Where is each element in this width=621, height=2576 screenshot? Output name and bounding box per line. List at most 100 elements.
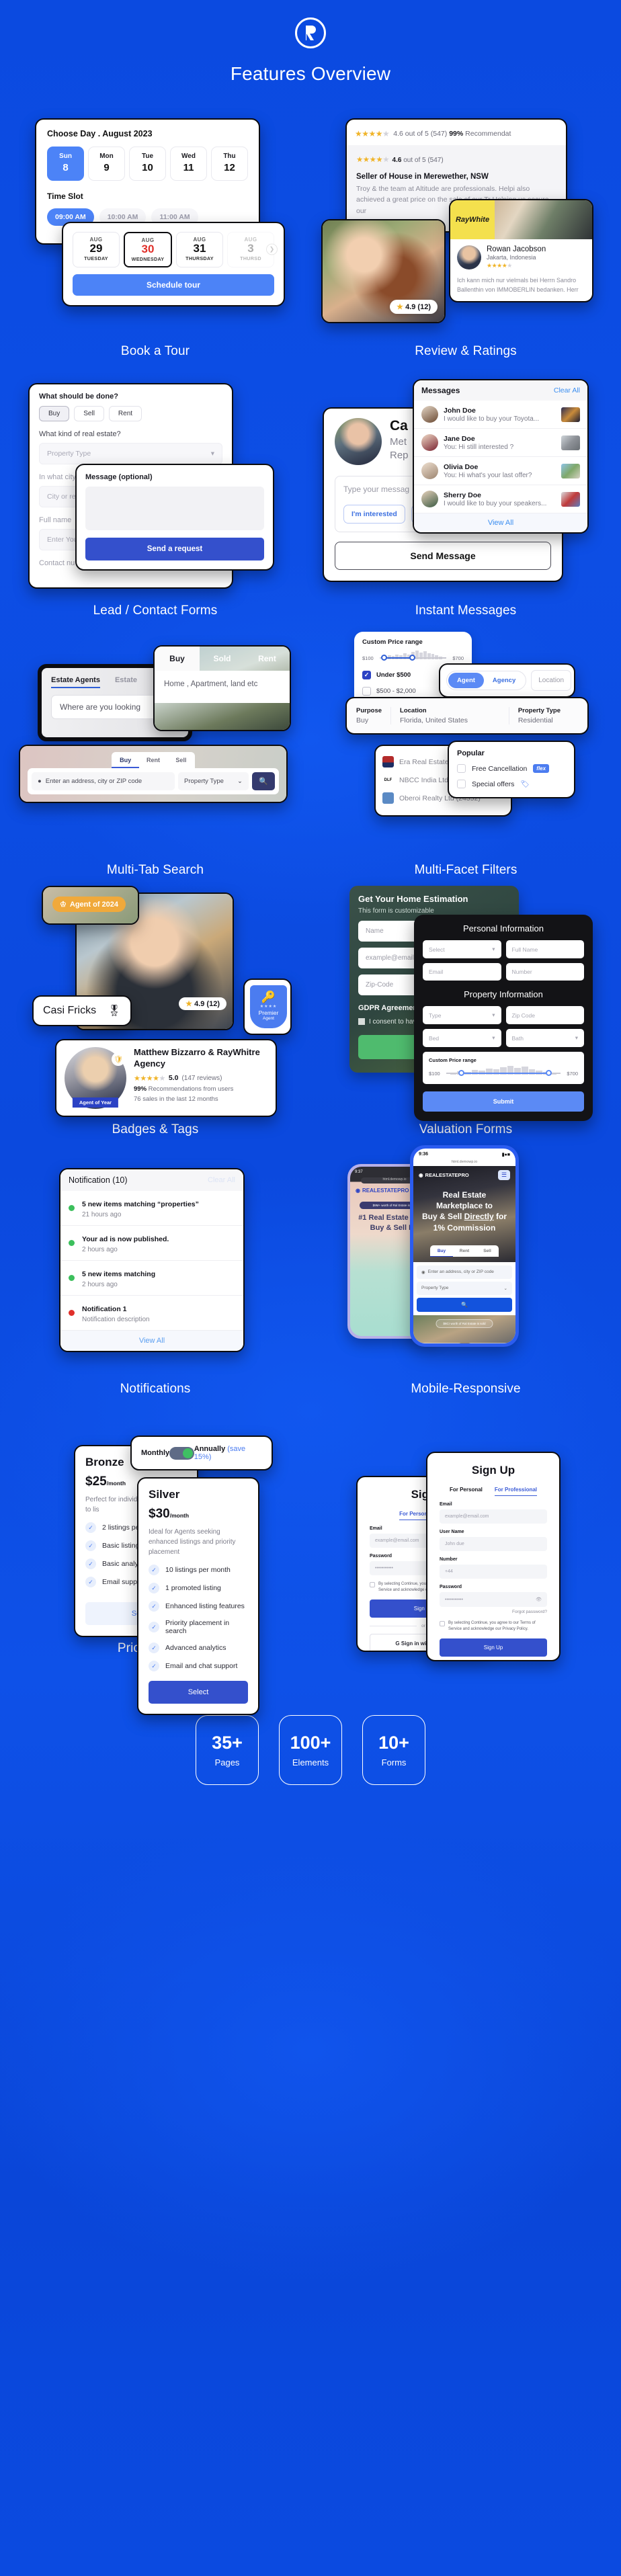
filter-free-cancellation[interactable]: Free Cancellation flex	[457, 764, 566, 773]
tab-rent[interactable]: Rent	[453, 1245, 476, 1257]
review-count: out of 5 (547)	[401, 157, 444, 164]
tab-rent[interactable]: Rent	[139, 752, 167, 768]
filter-special-offers[interactable]: Special offers 🏷	[457, 780, 566, 788]
number-input[interactable]: Number	[505, 963, 584, 981]
day-option[interactable]: Thu 12	[211, 147, 248, 181]
fullname-input[interactable]: Full Name	[505, 940, 584, 958]
search-tab-group[interactable]: Buy Rent Sell	[112, 752, 195, 768]
tab-sold[interactable]: Sold	[200, 647, 245, 671]
submit-button[interactable]: Submit	[423, 1091, 584, 1112]
location-input[interactable]: ◉ Enter an address, city or ZIP code	[417, 1265, 512, 1279]
slider-handle-min[interactable]	[458, 1070, 464, 1076]
agent-agency-toggle[interactable]: Agent Agency	[446, 671, 527, 690]
day-selector[interactable]: Sun 8 Mon 9 Tue 10 Wed 11 Thu 12	[47, 147, 248, 181]
consent-row[interactable]: By selecting Continue, you agree to our …	[440, 1620, 547, 1632]
list-item[interactable]: 5 new items matching “properties” 21 hour…	[60, 1191, 243, 1226]
property-type-select[interactable]: Property Type ▾	[39, 443, 222, 464]
send-request-button[interactable]: Send a request	[85, 538, 264, 560]
day-option[interactable]: Sun 8	[47, 147, 84, 181]
list-item[interactable]: Jane Doe You: Hi still interested ?	[414, 429, 587, 457]
email-input[interactable]: example@email.com	[440, 1509, 547, 1524]
pill-agent[interactable]: Agent	[448, 673, 484, 688]
status-icons: ▮●■	[501, 1152, 510, 1157]
tab-rent[interactable]: Rent	[245, 647, 290, 671]
buy-tab-group[interactable]: Buy Sold Rent	[155, 647, 290, 671]
tab-buy[interactable]: Buy	[430, 1245, 453, 1257]
day-option[interactable]: Mon 9	[88, 147, 125, 181]
silver-select-button[interactable]: Select	[149, 1681, 248, 1704]
tab-sell[interactable]: Sell	[476, 1245, 499, 1257]
list-item[interactable]: Your ad is now published. 2 hours ago	[60, 1226, 243, 1261]
schedule-tour-button[interactable]: Schedule tour	[73, 274, 274, 296]
date-option[interactable]: AUG 3 THURSD ❯	[227, 232, 278, 267]
property-type-select[interactable]: Property Type ⌄	[417, 1281, 512, 1295]
intent-chip-group[interactable]: Buy Sell Rent	[39, 406, 222, 421]
forgot-password-link[interactable]: Forgot password?	[440, 1610, 547, 1614]
browser-url[interactable]: html.demowp.io	[413, 1160, 515, 1166]
view-all-button[interactable]: View All	[60, 1331, 243, 1351]
date-option[interactable]: AUG 30 WEDNESDAY	[124, 232, 172, 267]
zipcode-input[interactable]: Zip Code	[505, 1006, 584, 1024]
clear-all-button[interactable]: Clear All	[554, 386, 580, 394]
signup-tab-group[interactable]: For Personal For Professional	[440, 1487, 547, 1496]
number-input[interactable]: +44	[440, 1565, 547, 1579]
list-item[interactable]: Sherry Doe I would like to buy your speak…	[414, 485, 587, 513]
slider-handle-min[interactable]	[380, 655, 387, 661]
send-message-button[interactable]: Send Message	[335, 542, 551, 570]
eye-icon[interactable]: 👁	[536, 1597, 542, 1602]
bed-select[interactable]: Bed ▾	[423, 1029, 501, 1047]
intent-chip-buy[interactable]: Buy	[39, 406, 70, 421]
intent-chip-sell[interactable]: Sell	[74, 406, 104, 421]
search-button[interactable]: 🔍	[417, 1297, 512, 1312]
pill-agency[interactable]: Agency	[484, 673, 524, 688]
password-input[interactable]: ••••••••••• 👁	[440, 1592, 547, 1607]
hamburger-menu-icon[interactable]: ☰	[498, 1170, 510, 1180]
feature-label-lead-forms: Lead / Contact Forms	[93, 604, 218, 618]
tab-for-professional[interactable]: For Professional	[494, 1487, 538, 1496]
tab-estate[interactable]: Estate	[115, 676, 137, 688]
agent-name: Rowan Jacobson	[487, 245, 546, 253]
list-item[interactable]: Notification 1 Notification description	[60, 1296, 243, 1331]
location-field[interactable]: Location Florida, United States	[400, 707, 509, 724]
purpose-field[interactable]: Purpose Buy	[356, 707, 392, 724]
date-option[interactable]: AUG 31 THURSDAY	[176, 232, 223, 267]
list-item[interactable]: John Doe I would like to buy your Toyota.…	[414, 401, 587, 429]
email-input[interactable]: Email	[423, 963, 501, 981]
location-input[interactable]: ● Enter an address, city or ZIP code	[32, 772, 175, 790]
flex-badge: flex	[533, 764, 550, 773]
bath-select[interactable]: Bath ▾	[505, 1029, 584, 1047]
search-button[interactable]: 🔍	[252, 772, 275, 790]
tab-sell[interactable]: Sell	[167, 752, 195, 768]
price-amount: $25	[85, 1474, 107, 1489]
intent-chip-rent[interactable]: Rent	[108, 406, 142, 421]
location-input[interactable]: Location	[531, 670, 572, 691]
day-option[interactable]: Wed 11	[170, 147, 207, 181]
price-max: $700	[567, 1070, 578, 1077]
username-input[interactable]: John due	[440, 1537, 547, 1551]
quick-reply-interested[interactable]: I'm interested	[343, 505, 405, 524]
tab-buy[interactable]: Buy	[155, 647, 200, 671]
message-textarea[interactable]	[85, 487, 264, 530]
property-type-field[interactable]: Property Type Residential	[518, 707, 569, 724]
select-input[interactable]: Select ▾	[423, 940, 501, 958]
date-option[interactable]: AUG 29 TUESDAY	[73, 232, 120, 267]
day-option[interactable]: Tue 10	[129, 147, 166, 181]
slider-handle-max[interactable]	[545, 1070, 552, 1076]
billing-toggle-switch[interactable]	[169, 1446, 194, 1460]
list-item[interactable]: Olivia Doe You: Hi what's your last offer…	[414, 457, 587, 485]
type-select[interactable]: Type ▾	[423, 1006, 501, 1024]
tab-for-personal[interactable]: For Personal	[450, 1487, 483, 1496]
view-all-button[interactable]: View All	[414, 513, 587, 532]
slider-handle-max[interactable]	[409, 655, 415, 661]
date-carousel[interactable]: AUG 29 TUESDAY AUG 30 WEDNESDAY AUG 31 T…	[73, 232, 278, 267]
price-range-slider[interactable]: $100 $700	[429, 1066, 578, 1079]
tab-estate-agents[interactable]: Estate Agents	[51, 676, 100, 688]
tab-buy[interactable]: Buy	[112, 752, 140, 768]
signup-button[interactable]: Sign Up	[440, 1638, 547, 1657]
clear-all-button[interactable]: Clear All	[208, 1176, 235, 1184]
list-item[interactable]: 5 new items matching 2 hours ago	[60, 1261, 243, 1296]
property-type-select[interactable]: Property Type ⌄	[178, 772, 249, 790]
price-range-slider[interactable]: $100 $700	[362, 651, 464, 663]
chevron-right-icon[interactable]: ❯	[266, 243, 278, 255]
search-tab-group[interactable]: Buy Rent Sell	[430, 1245, 499, 1257]
